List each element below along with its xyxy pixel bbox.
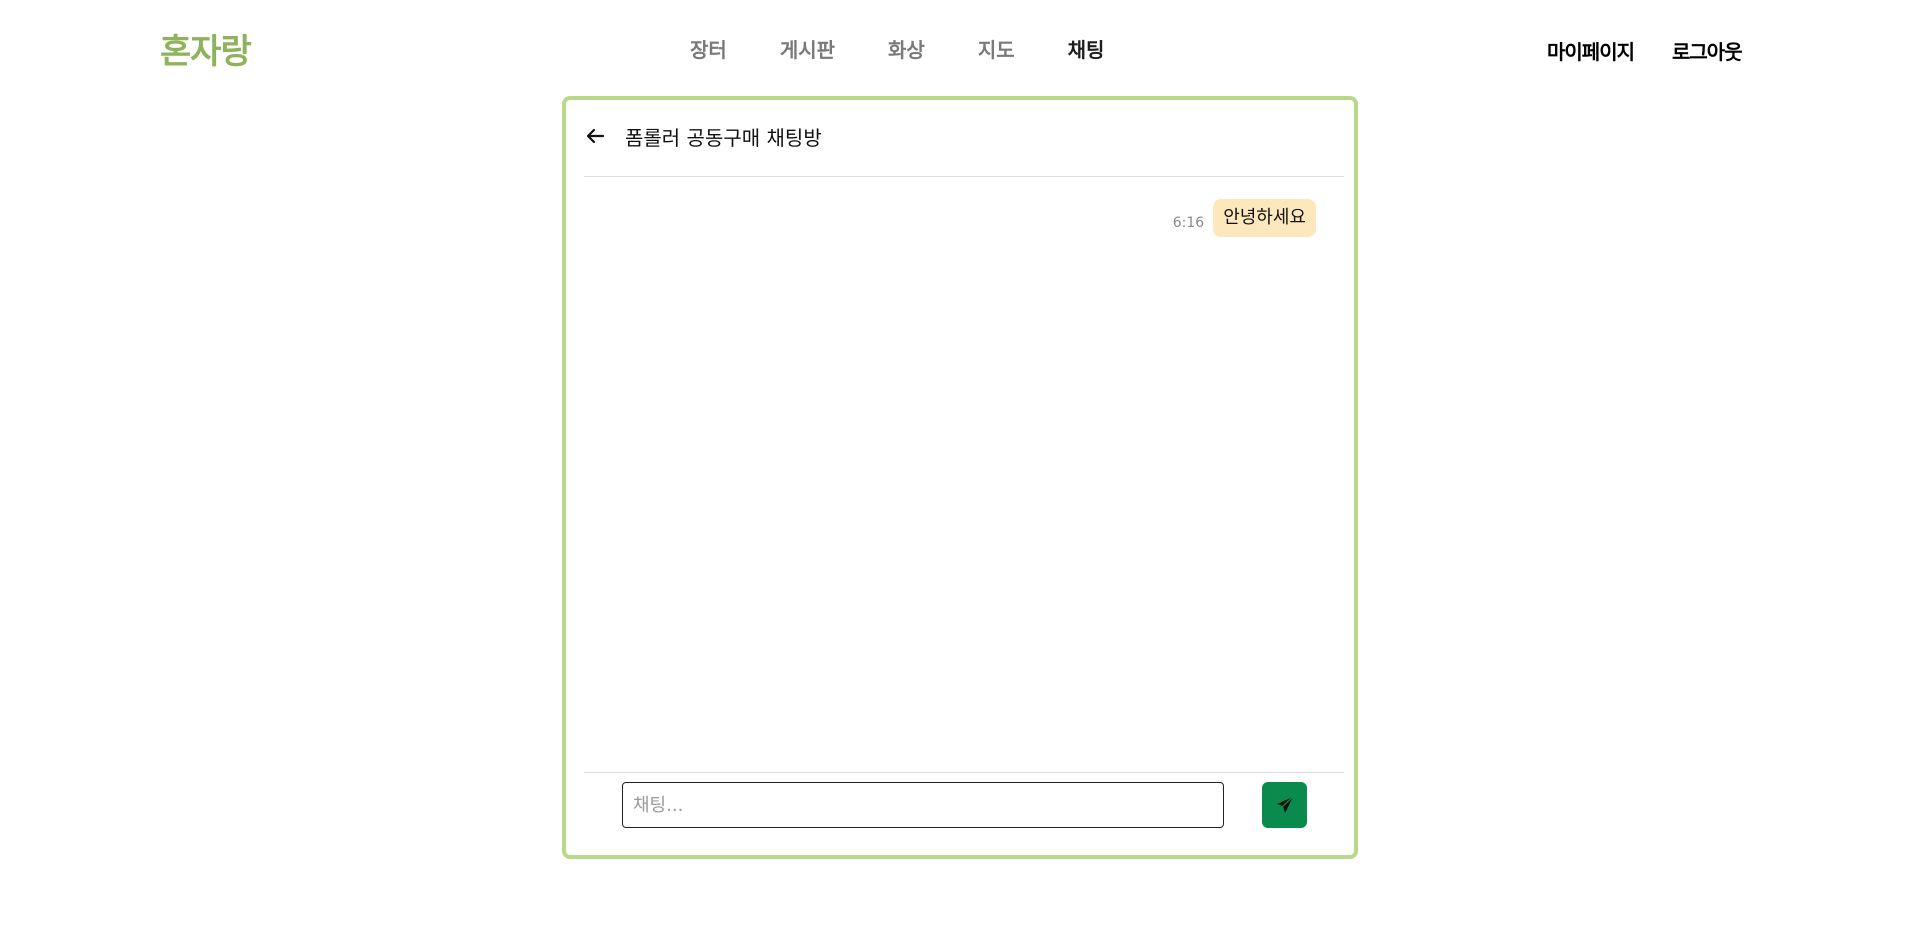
- nav-item-board[interactable]: 게시판: [780, 34, 835, 63]
- nav-item-map[interactable]: 지도: [978, 34, 1015, 63]
- arrow-left-icon[interactable]: [584, 125, 606, 147]
- nav-item-market[interactable]: 장터: [690, 34, 727, 63]
- nav-item-video[interactable]: 화상: [888, 34, 925, 63]
- send-button[interactable]: [1262, 782, 1307, 828]
- message-list[interactable]: 6:16 안녕하세요: [584, 177, 1344, 772]
- chat-input[interactable]: [622, 782, 1224, 828]
- message-row: 6:16 안녕하세요: [1173, 199, 1316, 237]
- message-bubble: 안녕하세요: [1213, 199, 1316, 237]
- chat-header: 폼롤러 공동구매 채팅방: [584, 100, 1344, 177]
- user-menu: 마이페이지 로그아웃: [1547, 36, 1780, 65]
- nav-item-chat[interactable]: 채팅: [1068, 34, 1105, 63]
- main-nav: 장터 게시판 화상 지도 채팅: [690, 34, 1157, 63]
- message-time: 6:16: [1172, 215, 1205, 231]
- mypage-link[interactable]: 마이페이지: [1547, 36, 1635, 65]
- chat-room-title: 폼롤러 공동구매 채팅방: [625, 126, 822, 150]
- message-composer: [584, 772, 1344, 853]
- top-header: 혼자랑 장터 게시판 화상 지도 채팅 마이페이지 로그아웃: [0, 0, 1920, 94]
- chat-room-card: 폼롤러 공동구매 채팅방 6:16 안녕하세요: [562, 96, 1358, 859]
- logout-link[interactable]: 로그아웃: [1672, 36, 1743, 65]
- app-logo[interactable]: 혼자랑: [160, 24, 252, 73]
- paper-plane-icon: [1275, 795, 1295, 815]
